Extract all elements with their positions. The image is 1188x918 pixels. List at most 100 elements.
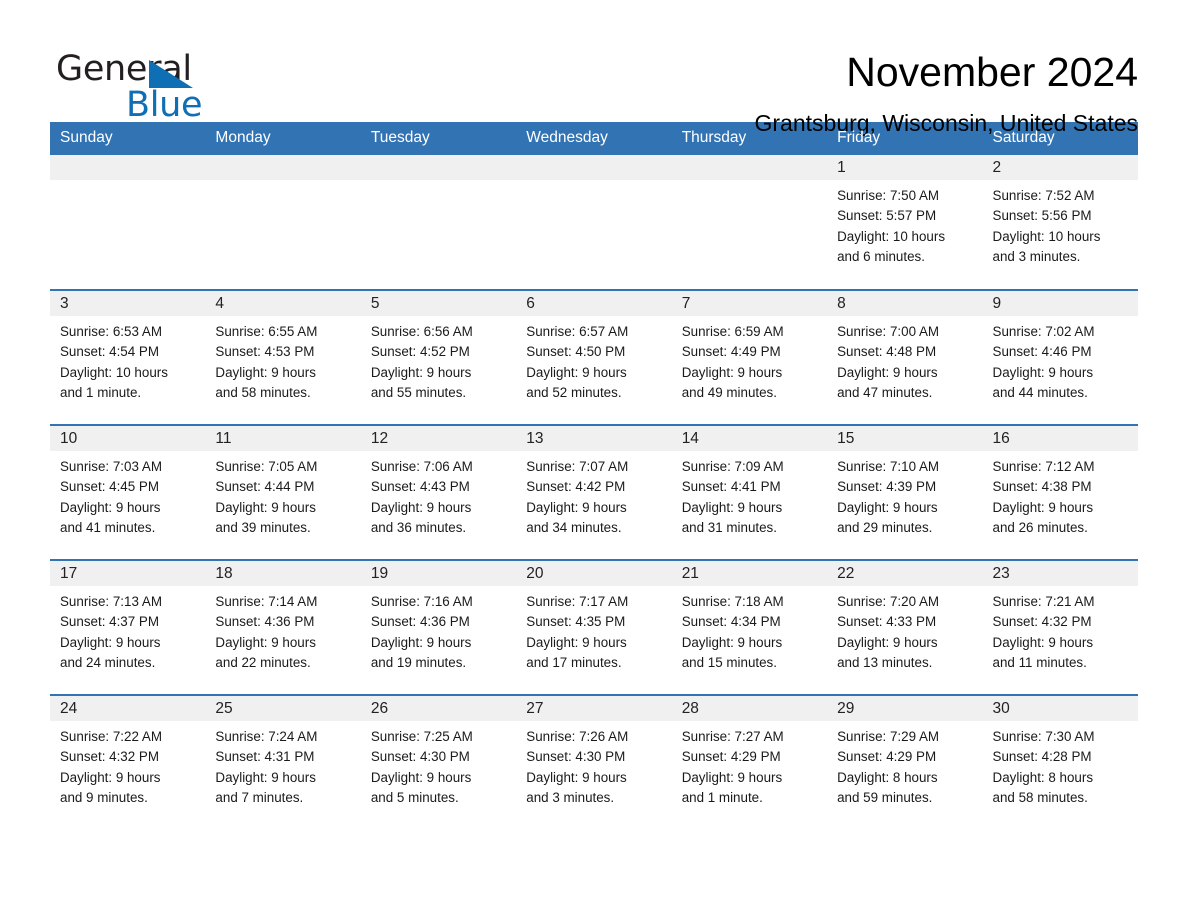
generalblue-logo[interactable]: General Blue (56, 48, 256, 123)
day-details: Sunrise: 6:57 AM Sunset: 4:50 PM Daylight:… (516, 316, 671, 404)
day-details: Sunrise: 7:09 AM Sunset: 4:41 PM Daylight:… (672, 451, 827, 539)
sunrise-text: Sunrise: 7:27 AM (681, 729, 784, 744)
calendar-day-cell[interactable]: 2 Sunrise: 7:52 AM Sunset: 5:56 PM Daylight… (982, 155, 1138, 290)
calendar-day-cell[interactable]: 10 Sunrise: 7:03 AM Sunset: 4:45 PM Dayligh… (50, 424, 206, 560)
day-details: Sunrise: 7:17 AM Sunset: 4:35 PM Daylight:… (516, 586, 671, 674)
calendar-day-cell[interactable]: 25 Sunrise: 7:24 AM Sunset: 4:31 PM Dayligh… (205, 694, 361, 830)
day-details: Sunrise: 7:22 AM Sunset: 4:32 PM Daylight:… (50, 721, 205, 809)
calendar-day-cell[interactable]: 21 Sunrise: 7:18 AM Sunset: 4:34 PM Dayligh… (671, 559, 828, 695)
day-number (671, 155, 828, 180)
sunrise-text: Sunrise: 7:17 AM (526, 594, 629, 609)
day-details: Sunrise: 7:29 AM Sunset: 4:29 PM Daylight:… (827, 721, 982, 809)
calendar-day-cell[interactable]: 30 Sunrise: 7:30 AM Sunset: 4:28 PM Dayligh… (982, 694, 1138, 830)
day-number: 20 (516, 561, 672, 586)
calendar-day-cell[interactable]: 7 Sunrise: 6:59 AM Sunset: 4:49 PM Daylight… (671, 289, 828, 425)
day-details: Sunrise: 7:13 AM Sunset: 4:37 PM Daylight:… (50, 586, 205, 674)
calendar-grid: Sunday Monday Tuesday Wednesday Thursday Frid… (50, 122, 1138, 830)
calendar-day-cell[interactable]: 8 Sunrise: 7:00 AM Sunset: 4:48 PM Daylight… (827, 289, 983, 425)
calendar-day-cell[interactable]: 12 Sunrise: 7:06 AM Sunset: 4:43 PM Dayligh… (360, 424, 517, 560)
sunset-text: Sunset: 4:44 PM (215, 479, 315, 495)
sunrise-text: Sunrise: 7:20 AM (837, 594, 940, 609)
daylight-text-line1: Daylight: 9 hours (370, 364, 472, 380)
day-details: Sunrise: 7:05 AM Sunset: 4:44 PM Daylight:… (205, 451, 360, 539)
sunset-text: Sunset: 4:29 PM (837, 749, 937, 765)
sunset-text: Sunset: 5:57 PM (837, 208, 937, 224)
calendar-day-cell[interactable]: 15 Sunrise: 7:10 AM Sunset: 4:39 PM Dayligh… (827, 424, 983, 560)
daylight-text-line1: Daylight: 9 hours (526, 499, 627, 515)
calendar-day-cell[interactable]: 24 Sunrise: 7:22 AM Sunset: 4:32 PM Dayligh… (50, 694, 206, 830)
daylight-text-line2: and 15 minutes. (681, 655, 777, 671)
daylight-text-line1: Daylight: 9 hours (837, 634, 938, 650)
sunset-text: Sunset: 4:30 PM (526, 749, 626, 765)
calendar-day-cell[interactable]: 1 Sunrise: 7:50 AM Sunset: 5:57 PM Daylight… (827, 155, 983, 290)
day-number: 12 (360, 426, 517, 451)
sunrise-text: Sunrise: 7:29 AM (837, 729, 940, 744)
calendar-week-row: 10 Sunrise: 7:03 AM Sunset: 4:45 PM Dayligh… (50, 424, 1138, 560)
day-details: Sunrise: 7:12 AM Sunset: 4:38 PM Daylight:… (983, 451, 1138, 539)
day-number: 6 (516, 291, 672, 316)
sunrise-text: Sunrise: 7:26 AM (526, 729, 629, 744)
daylight-text-line2: and 7 minutes. (215, 790, 304, 806)
calendar-day-cell[interactable]: 9 Sunrise: 7:02 AM Sunset: 4:46 PM Daylight… (982, 289, 1138, 425)
day-number: 19 (360, 561, 517, 586)
day-details: Sunrise: 7:26 AM Sunset: 4:30 PM Daylight:… (516, 721, 671, 809)
day-details: Sunrise: 7:06 AM Sunset: 4:43 PM Daylight:… (361, 451, 516, 539)
calendar-day-cell[interactable]: 5 Sunrise: 6:56 AM Sunset: 4:52 PM Daylight… (360, 289, 517, 425)
day-number: 28 (671, 696, 828, 721)
daylight-text-line2: and 55 minutes. (370, 385, 467, 401)
daylight-text-line1: Daylight: 9 hours (60, 634, 161, 650)
daylight-text-line2: and 39 minutes. (215, 520, 311, 536)
daylight-text-line2: and 1 minute. (60, 385, 142, 401)
day-details: Sunrise: 6:55 AM Sunset: 4:53 PM Daylight:… (205, 316, 360, 404)
day-details: Sunrise: 7:30 AM Sunset: 4:28 PM Daylight:… (983, 721, 1138, 809)
calendar-day-cell[interactable]: 22 Sunrise: 7:20 AM Sunset: 4:33 PM Dayligh… (827, 559, 983, 695)
calendar-day-cell[interactable]: 23 Sunrise: 7:21 AM Sunset: 4:32 PM Dayligh… (982, 559, 1138, 695)
sunset-text: Sunset: 4:29 PM (681, 749, 781, 765)
sunrise-text: Sunrise: 6:57 AM (526, 324, 629, 339)
sunset-text: Sunset: 4:38 PM (992, 479, 1092, 495)
calendar-day-cell[interactable]: 26 Sunrise: 7:25 AM Sunset: 4:30 PM Dayligh… (360, 694, 517, 830)
day-number: 18 (205, 561, 361, 586)
daylight-text-line1: Daylight: 9 hours (215, 364, 316, 380)
calendar-day-cell[interactable]: 4 Sunrise: 6:55 AM Sunset: 4:53 PM Daylight… (205, 289, 361, 425)
calendar-week-row: 1 Sunrise: 7:50 AM Sunset: 5:57 PM Daylight… (50, 155, 1138, 290)
calendar-week-row: 17 Sunrise: 7:13 AM Sunset: 4:37 PM Dayligh… (50, 559, 1138, 695)
calendar-day-cell[interactable]: 11 Sunrise: 7:05 AM Sunset: 4:44 PM Dayligh… (205, 424, 361, 560)
day-number: 3 (50, 291, 206, 316)
daylight-text-line1: Daylight: 9 hours (681, 364, 783, 380)
calendar-day-cell[interactable]: 16 Sunrise: 7:12 AM Sunset: 4:38 PM Dayligh… (982, 424, 1138, 560)
sunrise-text: Sunrise: 6:59 AM (681, 324, 784, 339)
calendar-day-cell[interactable]: 13 Sunrise: 7:07 AM Sunset: 4:42 PM Dayligh… (516, 424, 672, 560)
calendar-day-cell[interactable]: 20 Sunrise: 7:17 AM Sunset: 4:35 PM Dayligh… (516, 559, 672, 695)
calendar-day-cell[interactable]: 28 Sunrise: 7:27 AM Sunset: 4:29 PM Dayligh… (671, 694, 828, 830)
day-number: 23 (982, 561, 1138, 586)
sunset-text: Sunset: 4:36 PM (215, 614, 315, 630)
daylight-text-line1: Daylight: 8 hours (992, 769, 1094, 785)
sunset-text: Sunset: 4:50 PM (526, 344, 626, 360)
calendar-day-cell[interactable]: 19 Sunrise: 7:16 AM Sunset: 4:36 PM Dayligh… (360, 559, 517, 695)
day-details: Sunrise: 7:10 AM Sunset: 4:39 PM Daylight:… (827, 451, 982, 539)
day-number: 25 (205, 696, 361, 721)
calendar-day-cell-empty (671, 155, 828, 290)
daylight-text-line2: and 17 minutes. (526, 655, 622, 671)
day-number: 4 (205, 291, 361, 316)
calendar-day-cell[interactable]: 3 Sunrise: 6:53 AM Sunset: 4:54 PM Daylight… (50, 289, 206, 425)
sunset-text: Sunset: 4:52 PM (370, 344, 470, 360)
calendar-day-cell[interactable]: 18 Sunrise: 7:14 AM Sunset: 4:36 PM Dayligh… (205, 559, 361, 695)
day-details: Sunrise: 7:14 AM Sunset: 4:36 PM Daylight:… (205, 586, 360, 674)
calendar-day-cell[interactable]: 27 Sunrise: 7:26 AM Sunset: 4:30 PM Dayligh… (516, 694, 672, 830)
sunrise-text: Sunrise: 7:16 AM (370, 594, 473, 609)
sunset-text: Sunset: 4:32 PM (992, 614, 1092, 630)
day-number (205, 155, 361, 180)
calendar-day-cell[interactable]: 14 Sunrise: 7:09 AM Sunset: 4:41 PM Dayligh… (671, 424, 828, 560)
calendar-day-cell[interactable]: 29 Sunrise: 7:29 AM Sunset: 4:29 PM Dayligh… (827, 694, 983, 830)
sunrise-text: Sunrise: 7:02 AM (992, 324, 1095, 339)
sunrise-text: Sunrise: 7:21 AM (992, 594, 1095, 609)
day-details: Sunrise: 7:21 AM Sunset: 4:32 PM Daylight:… (983, 586, 1138, 674)
calendar-day-cell[interactable]: 17 Sunrise: 7:13 AM Sunset: 4:37 PM Dayligh… (50, 559, 206, 695)
daylight-text-line1: Daylight: 9 hours (526, 634, 627, 650)
calendar-day-cell[interactable]: 6 Sunrise: 6:57 AM Sunset: 4:50 PM Daylight… (516, 289, 672, 425)
day-details: Sunrise: 7:20 AM Sunset: 4:33 PM Daylight:… (827, 586, 982, 674)
logo-triangle-icon (149, 60, 193, 88)
day-number: 17 (50, 561, 206, 586)
